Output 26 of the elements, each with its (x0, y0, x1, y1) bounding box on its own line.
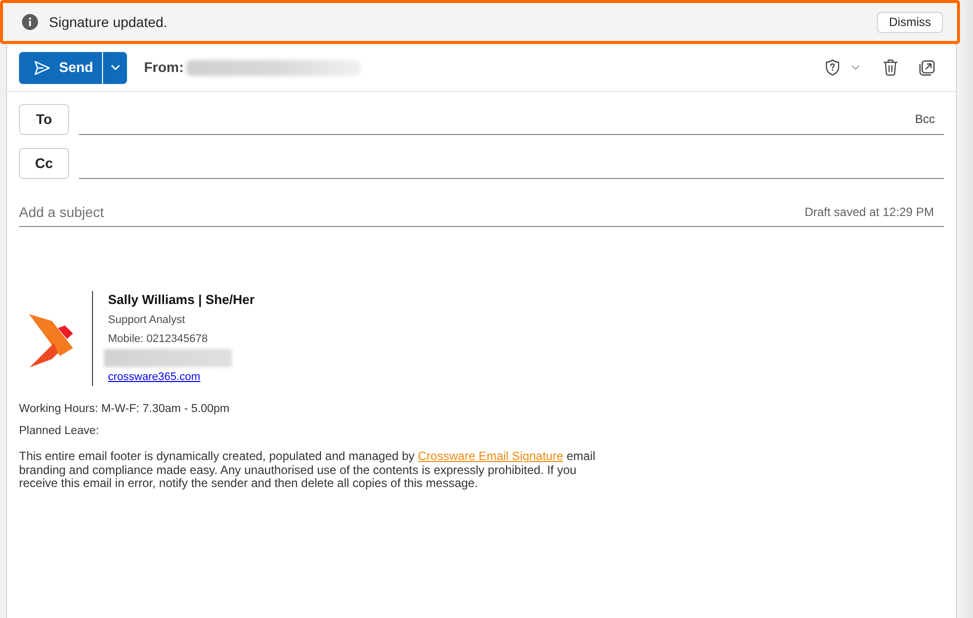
caret-icon[interactable] (851, 65, 860, 70)
pop-out-icon[interactable] (919, 60, 935, 76)
caret-icon (110, 64, 120, 71)
recipient-field[interactable]: Bcc (79, 104, 944, 135)
bcc-button[interactable]: Bcc (914, 110, 944, 128)
shield-question-icon[interactable] (825, 59, 840, 76)
website-link[interactable]: crossware365.com (108, 368, 200, 386)
send-options-button[interactable] (103, 52, 127, 84)
working-hours: Working Hours: M-W-F: 7.30am - 5.00pm (19, 402, 230, 416)
draft-status: Draft saved at 12:29 PM (804, 204, 935, 220)
signature-title: Support Analyst (108, 313, 186, 328)
subject-field[interactable]: Add a subject (19, 197, 805, 226)
send-button[interactable]: Send (19, 52, 102, 84)
logo-icon (28, 313, 74, 368)
recipient-button[interactable]: To (19, 104, 69, 135)
notification-message: Signature updated. (49, 12, 168, 32)
signature-name: Sally Williams | She/Her (108, 291, 255, 309)
delete-icon[interactable] (883, 59, 898, 76)
planned-leave: Planned Leave: (19, 424, 99, 438)
info-icon (22, 14, 38, 30)
from-label: From: (144, 58, 184, 77)
signature-mobile: Mobile: 0212345678 (108, 332, 209, 347)
dismiss-button[interactable]: Dismiss (877, 12, 943, 32)
recipient-button[interactable]: Cc (19, 148, 69, 179)
disclaimer-text: This entire email footer is dynamically created, populated and managed by Crossware Email Signature email branding and compliance made easy. Any unauthorised use of the contents is expressly prohibited. If you receive this email in error, notify the sender and then delete all copies of this message. (19, 450, 596, 490)
send-icon (33, 58, 51, 76)
